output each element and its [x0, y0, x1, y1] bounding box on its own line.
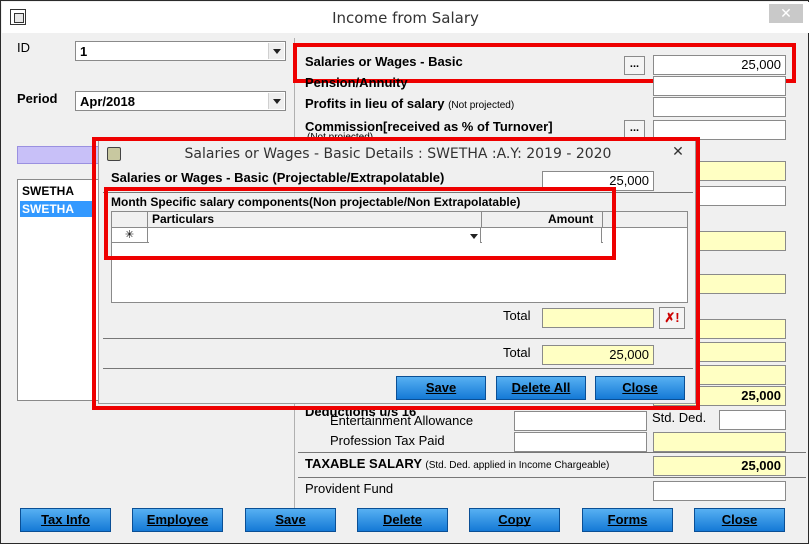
deduction-total-field[interactable]: [653, 432, 786, 452]
list-item-selected[interactable]: SWETHA: [20, 201, 92, 217]
copy-button[interactable]: Copy: [469, 508, 560, 532]
delete-button[interactable]: Delete: [357, 508, 448, 532]
chevron-down-icon[interactable]: [268, 93, 284, 109]
id-value: 1: [80, 44, 88, 59]
period-select[interactable]: Apr/2018: [75, 91, 286, 111]
taxable-note: (Std. Ded. applied in Income Chargeable): [425, 460, 610, 471]
pension-label: Pension/Annuity: [305, 75, 408, 90]
entertainment-field[interactable]: [514, 411, 647, 431]
taxable-salary-field[interactable]: 25,000: [653, 456, 786, 476]
taxable-label-text: TAXABLE SALARY: [305, 456, 422, 471]
period-label: Period: [17, 91, 58, 106]
employee-button[interactable]: Employee: [132, 508, 223, 532]
save-button[interactable]: Save: [245, 508, 336, 532]
highlight-dialog: [92, 137, 700, 410]
separator-taxable: [298, 452, 806, 453]
list-item[interactable]: SWETHA: [20, 183, 92, 199]
id-label: ID: [17, 40, 30, 55]
profits-field[interactable]: [653, 97, 786, 117]
period-value: Apr/2018: [80, 94, 135, 109]
std-ded-label: Std. Ded.: [652, 410, 707, 425]
chevron-down-icon[interactable]: [268, 43, 284, 59]
forms-button[interactable]: Forms: [582, 508, 673, 532]
entertainment-label: Entertainment Allowance: [330, 413, 474, 428]
pf-field[interactable]: [653, 481, 786, 501]
highlight-month-specific: [104, 187, 616, 260]
pf-label: Provident Fund: [305, 481, 394, 496]
close-button[interactable]: Close: [694, 508, 785, 532]
profits-label-text: Profits in lieu of salary: [305, 96, 445, 111]
window-title: Income from Salary: [332, 9, 479, 27]
profits-label: Profits in lieu of salary (Not projected…: [305, 96, 514, 111]
window-close-button[interactable]: ✕: [769, 4, 803, 23]
filter-bar[interactable]: [17, 146, 101, 164]
separator-pf: [298, 477, 806, 478]
profession-tax-field[interactable]: [514, 432, 647, 452]
tax-info-button[interactable]: Tax Info: [20, 508, 111, 532]
std-ded-field[interactable]: [719, 410, 786, 430]
employee-list[interactable]: SWETHA SWETHA: [17, 179, 101, 401]
profits-note: (Not projected): [448, 100, 515, 111]
profession-tax-label: Profession Tax Paid: [330, 433, 445, 448]
pension-field[interactable]: [653, 76, 786, 96]
id-select[interactable]: 1: [75, 41, 286, 61]
taxable-label: TAXABLE SALARY (Std. Ded. applied in Inc…: [305, 456, 609, 471]
